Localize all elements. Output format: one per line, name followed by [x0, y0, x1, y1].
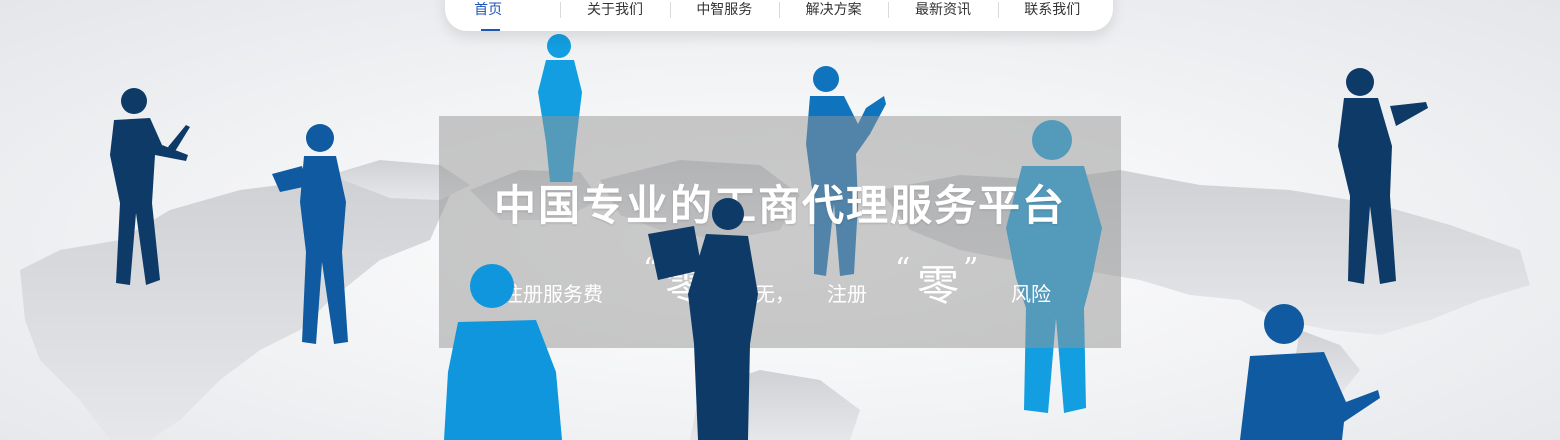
nav-label: 首页 [474, 2, 503, 18]
nav-label: 中智服务 [696, 2, 753, 18]
person-foreground-right-silhouette [1240, 304, 1380, 440]
person-tablet-left-silhouette [272, 124, 348, 344]
nav-label: 解决方案 [805, 2, 862, 18]
nav-item-home[interactable]: 首页 [451, 0, 560, 31]
subtitle-part-3: 注册 [827, 282, 867, 306]
person-laptop-right-silhouette [1338, 68, 1428, 284]
top-navigation: 首页 关于我们 中智服务 解决方案 最新资讯 联系我们 [445, 0, 1113, 31]
hero-banner: 中国专业的工商代理服务平台 注册服务费 “ 零 ” 无， 注册 “ 零 ” 风险 [0, 0, 1560, 440]
subtitle-quote-close-2: ” [963, 252, 979, 287]
person-laptop-center-silhouette [648, 198, 758, 440]
subtitle-part-4: 风险 [1011, 282, 1051, 306]
hero-title: 中国专业的工商代理服务平台 [493, 181, 1066, 230]
nav-label: 联系我们 [1024, 2, 1081, 18]
nav-label: 最新资讯 [914, 2, 971, 18]
nav-item-contact[interactable]: 联系我们 [997, 0, 1107, 31]
subtitle-quote-open-2: “ [895, 252, 911, 287]
subtitle-zero-2: 零 [917, 261, 960, 310]
person-laptop-left-silhouette [110, 88, 190, 285]
person-foreground-left-silhouette [444, 264, 562, 440]
nav-item-news[interactable]: 最新资讯 [888, 0, 997, 31]
nav-item-solutions[interactable]: 解决方案 [778, 0, 888, 31]
nav-label: 关于我们 [586, 2, 643, 18]
nav-item-services[interactable]: 中智服务 [669, 0, 779, 31]
nav-item-about[interactable]: 关于我们 [560, 0, 669, 31]
